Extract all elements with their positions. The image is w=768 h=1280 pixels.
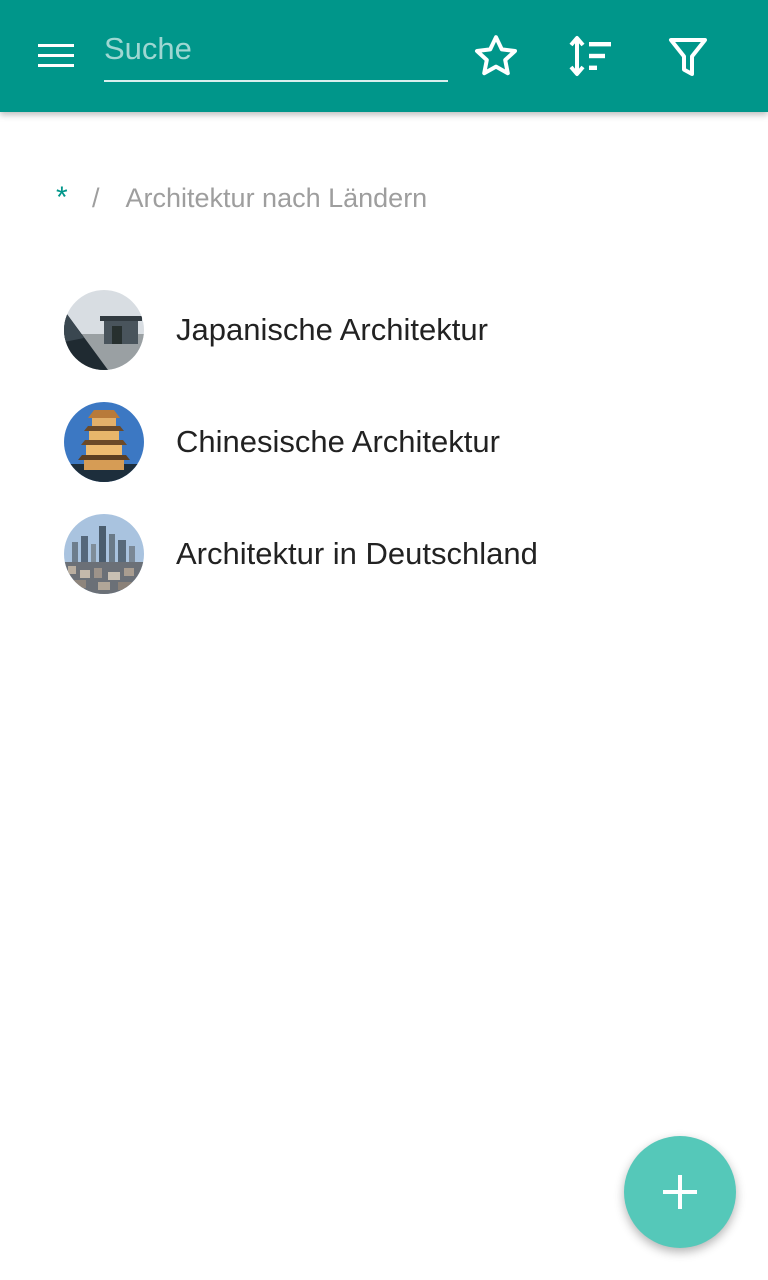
avatar-image — [64, 402, 144, 482]
star-icon[interactable] — [472, 32, 520, 80]
avatar-image — [64, 290, 144, 370]
breadcrumb-separator: / — [92, 182, 100, 213]
breadcrumb-current: Architektur nach Ländern — [125, 182, 428, 213]
list-item-japanische-architektur[interactable]: Japanische Architektur — [0, 274, 768, 386]
list-item-label: Japanische Architektur — [176, 312, 488, 347]
list-item-label: Architektur in Deutschland — [176, 536, 538, 571]
app-bar — [0, 0, 768, 112]
list-item-architektur-in-deutschland[interactable]: Architektur in Deutschland — [0, 498, 768, 610]
breadcrumb: * / Architektur nach Ländern — [56, 178, 427, 218]
avatar-image — [64, 514, 144, 594]
add-button[interactable] — [624, 1136, 736, 1248]
search-input[interactable] — [104, 22, 448, 76]
sort-icon[interactable] — [567, 32, 615, 80]
plus-icon — [663, 1175, 697, 1209]
list-item-chinesische-architektur[interactable]: Chinesische Architektur — [0, 386, 768, 498]
list-item-label: Chinesische Architektur — [176, 424, 500, 459]
category-list: Japanische Architektur Chinesische Archi… — [0, 274, 768, 610]
filter-icon[interactable] — [664, 32, 712, 80]
breadcrumb-root[interactable]: * — [56, 181, 80, 215]
menu-icon[interactable] — [36, 40, 76, 72]
search-field — [104, 22, 448, 82]
